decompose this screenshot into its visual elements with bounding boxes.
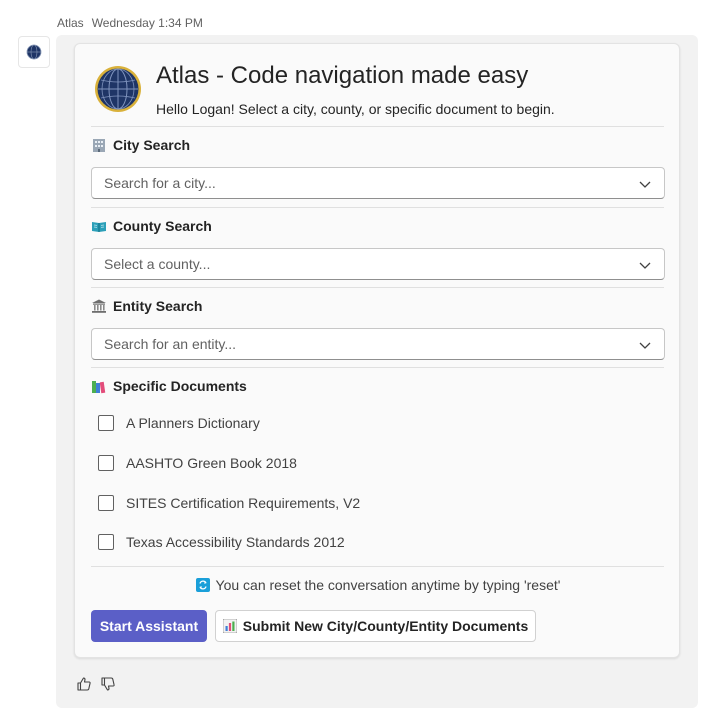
card-subtitle: Hello Logan! Select a city, county, or s… [156, 101, 555, 117]
sender-name: Atlas [57, 16, 84, 30]
divider [91, 566, 664, 567]
entity-search-label: Entity Search [91, 298, 202, 314]
bot-avatar[interactable] [18, 36, 50, 68]
reset-note: You can reset the conversation anytime b… [75, 577, 681, 593]
start-assistant-button[interactable]: Start Assistant [91, 610, 207, 642]
classical-building-icon [92, 299, 106, 313]
divider [91, 287, 664, 288]
specific-documents-label: Specific Documents [91, 378, 247, 394]
divider [91, 126, 664, 127]
submit-documents-button[interactable]: Submit New City/County/Entity Documents [215, 610, 536, 642]
thumbs-down-icon[interactable] [100, 676, 116, 692]
city-search-input[interactable]: Search for a city... [91, 167, 665, 199]
thumbs-up-icon[interactable] [76, 676, 92, 692]
checkbox[interactable] [98, 415, 114, 431]
chat-message: Atlas Wednesday 1:34 PM Atlas - Code nav… [0, 0, 718, 712]
document-option-texas-accessibility[interactable]: Texas Accessibility Standards 2012 [98, 534, 345, 550]
divider [91, 207, 664, 208]
chevron-down-icon[interactable] [638, 177, 652, 191]
checkbox[interactable] [98, 495, 114, 511]
chevron-down-icon[interactable] [638, 258, 652, 272]
checkbox[interactable] [98, 455, 114, 471]
chevron-down-icon[interactable] [638, 338, 652, 352]
document-option-planners-dictionary[interactable]: A Planners Dictionary [98, 415, 260, 431]
county-select[interactable]: Select a county... [91, 248, 665, 280]
county-search-label: County Search [91, 218, 212, 234]
globe-icon [26, 44, 42, 60]
card-title: Atlas - Code navigation made easy [156, 62, 529, 89]
map-book-icon [92, 222, 106, 232]
books-icon [92, 381, 106, 394]
refresh-icon [195, 578, 210, 592]
adaptive-card: Atlas - Code navigation made easy Hello … [74, 43, 680, 658]
divider [91, 367, 664, 368]
checkbox[interactable] [98, 534, 114, 550]
bar-chart-icon [222, 619, 237, 633]
office-building-icon [93, 139, 105, 152]
atlas-globe-logo-icon [95, 66, 141, 112]
message-timestamp: Wednesday 1:34 PM [91, 16, 203, 30]
message-header: Atlas Wednesday 1:34 PM [57, 16, 203, 30]
document-option-sites-certification[interactable]: SITES Certification Requirements, V2 [98, 495, 360, 511]
city-search-label: City Search [91, 137, 190, 153]
document-option-aashto-green-book[interactable]: AASHTO Green Book 2018 [98, 455, 297, 471]
entity-search-input[interactable]: Search for an entity... [91, 328, 665, 360]
